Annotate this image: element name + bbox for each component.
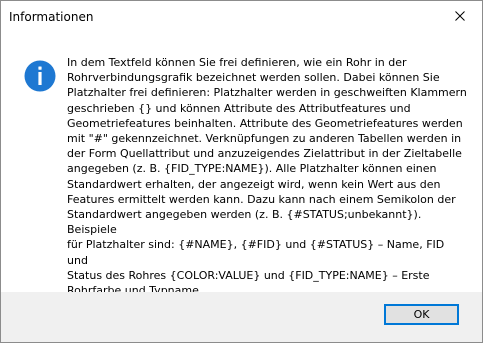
- close-button[interactable]: [437, 1, 482, 31]
- message-dialog: Informationen In dem Textfeld können Sie…: [0, 0, 483, 343]
- ok-button[interactable]: OK: [384, 304, 459, 325]
- button-bar: OK: [1, 292, 482, 342]
- window-title: Informationen: [9, 10, 94, 24]
- close-icon: [454, 11, 465, 21]
- info-icon: [24, 60, 56, 92]
- dialog-content: In dem Textfeld können Sie frei definier…: [1, 35, 482, 297]
- message-text: In dem Textfeld können Sie frei definier…: [67, 56, 467, 298]
- title-bar[interactable]: Informationen: [1, 1, 482, 35]
